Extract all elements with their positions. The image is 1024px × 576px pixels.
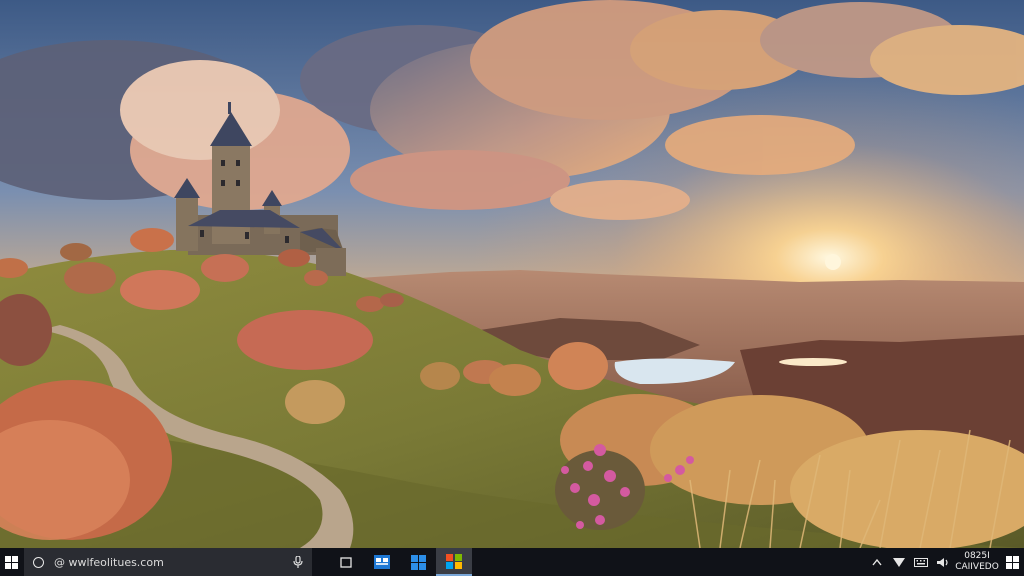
notification-button[interactable] bbox=[1000, 548, 1024, 576]
start-button[interactable] bbox=[0, 548, 22, 576]
task-view-button[interactable] bbox=[328, 548, 364, 576]
clock-time: 0825I bbox=[964, 551, 990, 561]
volume-icon[interactable] bbox=[932, 548, 954, 576]
landscape-wallpaper bbox=[0, 0, 1024, 548]
microphone-icon[interactable] bbox=[292, 555, 304, 569]
search-box[interactable]: @ wwlfeolitues.com bbox=[24, 548, 312, 576]
task-view-icon bbox=[340, 556, 352, 568]
windows-logo-icon bbox=[4, 555, 18, 569]
chevron-up-icon[interactable] bbox=[866, 548, 888, 576]
lake-sunlit bbox=[779, 358, 847, 366]
circle-search-icon bbox=[33, 556, 44, 568]
search-text[interactable]: @ wwlfeolitues.com bbox=[54, 556, 292, 569]
app-button-1[interactable] bbox=[364, 548, 400, 576]
taskbar: @ wwlfeolitues.com 0825I CAIIVEDO bbox=[0, 548, 1024, 576]
system-tray: 0825I CAIIVEDO bbox=[866, 548, 1024, 576]
store-button[interactable] bbox=[436, 548, 472, 576]
app-blue-icon-1 bbox=[374, 555, 390, 569]
app-button-2[interactable] bbox=[400, 548, 436, 576]
taskbar-apps bbox=[328, 548, 472, 576]
keyboard-icon[interactable] bbox=[910, 548, 932, 576]
sun bbox=[825, 254, 841, 270]
network-icon[interactable] bbox=[888, 548, 910, 576]
notification-icon bbox=[1005, 555, 1019, 569]
clock[interactable]: 0825I CAIIVEDO bbox=[954, 548, 1000, 576]
desktop-wallpaper bbox=[0, 0, 1024, 548]
clock-date: CAIIVEDO bbox=[955, 562, 999, 572]
app-blue-icon-2 bbox=[410, 554, 426, 570]
store-icon bbox=[446, 553, 462, 569]
